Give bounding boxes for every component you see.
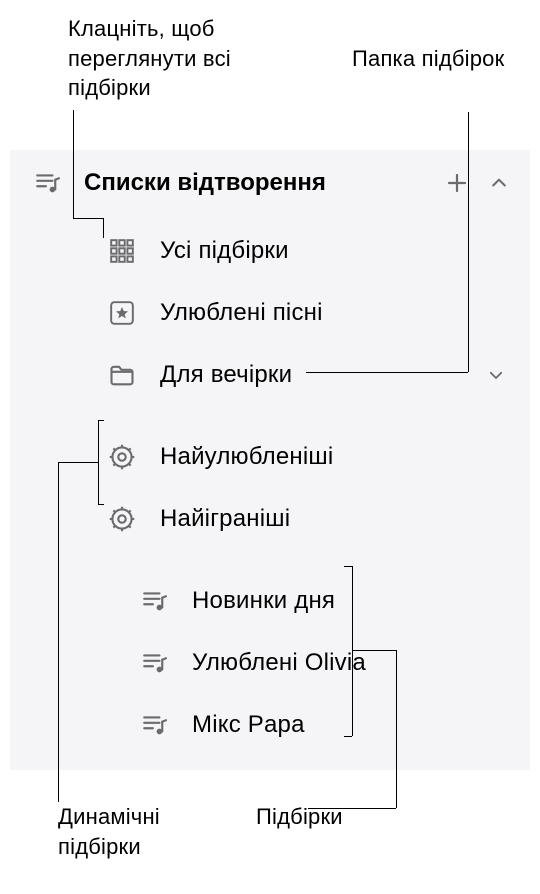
leader-line [73, 110, 74, 218]
callout-playlists: Підбірки [256, 802, 343, 832]
leader-line [344, 736, 352, 737]
leader-line [306, 372, 468, 373]
row-label: Улюблені Olivia [192, 649, 508, 677]
leader-line [98, 504, 104, 505]
leader-line [98, 420, 99, 504]
playlists-header-title: Списки відтворення [84, 169, 442, 197]
callout-playlist-folder: Папка підбірок [352, 44, 522, 74]
leader-line [98, 420, 104, 421]
row-most-played[interactable]: Найіграніші [10, 488, 530, 550]
row-label: Усі підбірки [160, 237, 508, 265]
callout-all-playlists: Клацніть, щоб переглянути всі підбірки [68, 14, 308, 103]
row-new-today[interactable]: Новинки дня [10, 570, 530, 632]
playlist-icon [32, 168, 62, 198]
leader-line [352, 566, 353, 736]
row-label: Для вечірки [160, 361, 484, 389]
leader-line [344, 566, 352, 567]
leader-line [103, 218, 104, 238]
leader-line [396, 650, 397, 808]
row-label: Найулюбленіші [160, 443, 508, 471]
diagram-canvas: Клацніть, щоб переглянути всі підбірки П… [0, 0, 540, 894]
row-label: Найіграніші [160, 505, 508, 533]
row-favorite-songs[interactable]: Улюблені пісні [10, 282, 530, 344]
expand-chevron-icon[interactable] [484, 363, 508, 387]
callout-smart-playlists-a: Динамічні [58, 802, 160, 832]
gear-icon [106, 441, 138, 473]
playlist-icon [138, 647, 170, 679]
row-olivia-fav[interactable]: Улюблені Olivia [10, 632, 530, 694]
playlists-header[interactable]: Списки відтворення [10, 150, 530, 216]
playlist-icon [138, 585, 170, 617]
row-label: Улюблені пісні [160, 299, 508, 327]
leader-line [468, 112, 469, 372]
collapse-chevron-icon[interactable] [486, 170, 512, 196]
row-mix-papa[interactable]: Мікс Papa [10, 694, 530, 756]
leader-line [73, 218, 103, 219]
star-box-icon [106, 297, 138, 329]
playlist-icon [138, 709, 170, 741]
leader-line [58, 462, 98, 463]
row-label: Мікс Papa [192, 711, 508, 739]
sidebar-panel: Списки відтворення Усі підбірки [10, 150, 530, 770]
grid-icon [106, 235, 138, 267]
folder-icon [106, 359, 138, 391]
gear-icon [106, 503, 138, 535]
playlists-list: Усі підбірки Улюблені пісні [10, 216, 530, 756]
leader-line [58, 462, 59, 802]
row-party-folder[interactable]: Для вечірки [10, 344, 530, 406]
leader-line [352, 650, 396, 651]
row-most-loved[interactable]: Найулюбленіші [10, 426, 530, 488]
callout-smart-playlists-b: підбірки [58, 832, 141, 862]
row-label: Новинки дня [192, 587, 508, 615]
row-all-playlists[interactable]: Усі підбірки [10, 220, 530, 282]
